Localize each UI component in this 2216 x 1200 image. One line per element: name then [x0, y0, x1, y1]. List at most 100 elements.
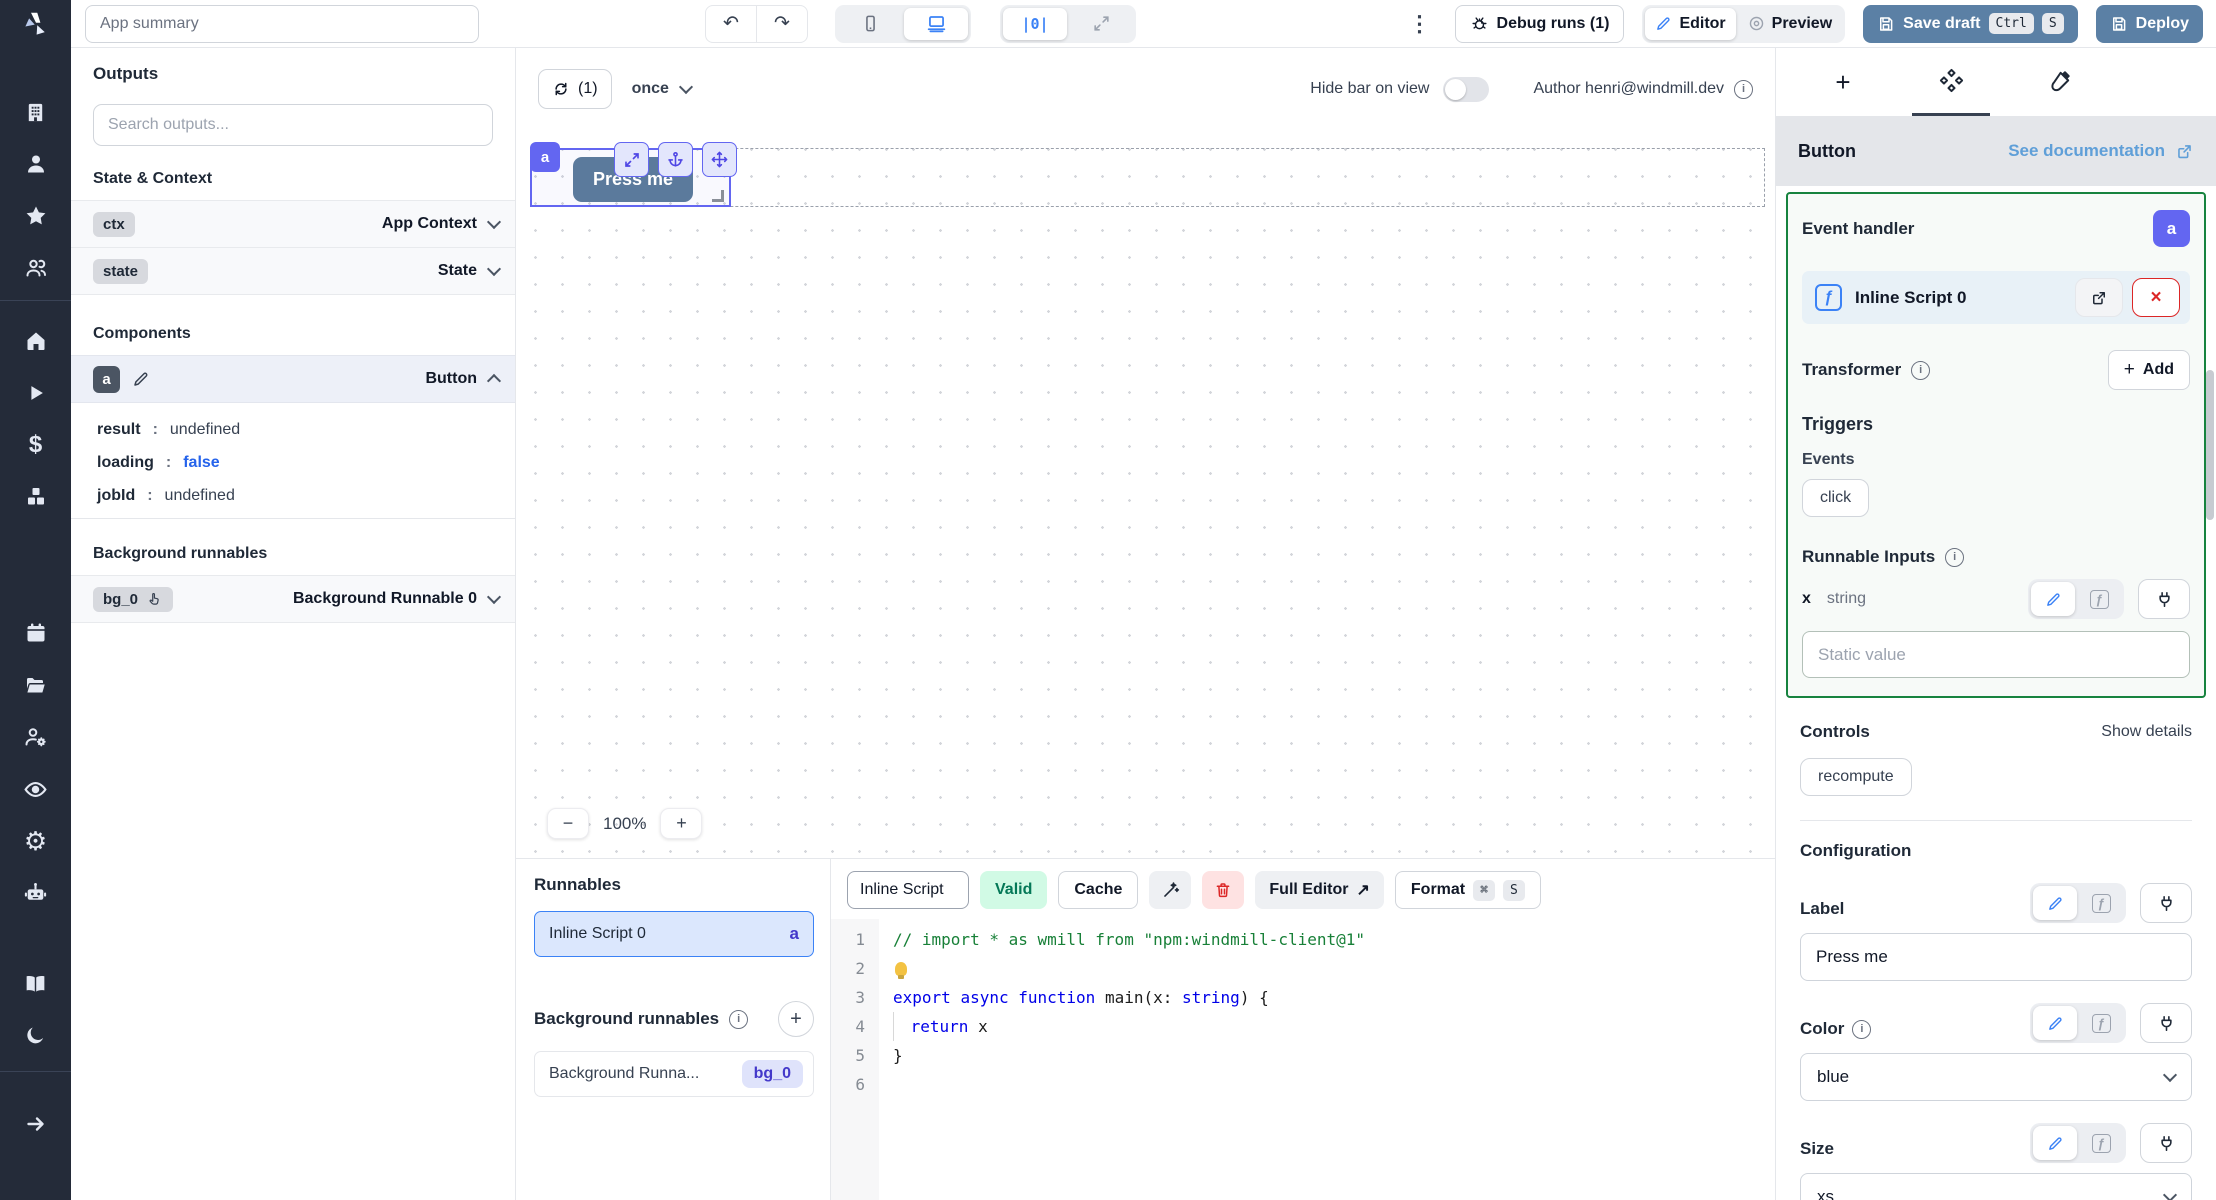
static-mode-button[interactable]	[2033, 1126, 2077, 1160]
building-icon[interactable]	[0, 86, 71, 138]
eye-icon[interactable]	[0, 763, 71, 815]
color-select[interactable]: blue	[1800, 1053, 2192, 1101]
calendar-icon[interactable]	[0, 607, 71, 659]
resize-handle[interactable]	[712, 190, 724, 202]
connect-input-button[interactable]	[2140, 883, 2192, 923]
arrow-right-icon[interactable]	[0, 1098, 71, 1150]
schedule-dropdown[interactable]: once	[632, 79, 693, 98]
static-value-input[interactable]	[1802, 631, 2190, 678]
ai-wand-button[interactable]	[1149, 871, 1192, 909]
label-field-label: Label	[1800, 899, 1845, 918]
folder-icon[interactable]	[0, 659, 71, 711]
scrollbar-thumb[interactable]	[2206, 370, 2214, 520]
moon-icon[interactable]	[0, 1009, 71, 1061]
search-outputs-input[interactable]	[93, 104, 493, 146]
debug-runs-button[interactable]: Debug runs (1)	[1454, 4, 1625, 43]
more-menu-button[interactable]: ⋮	[1403, 11, 1437, 37]
gear-icon[interactable]: ⚙	[0, 815, 71, 867]
prop-loading: loading: false	[97, 453, 220, 471]
show-details-link[interactable]: Show details	[2101, 723, 2192, 741]
move-handle[interactable]	[702, 142, 737, 177]
center-layout-button[interactable]: |0|	[1003, 7, 1067, 40]
hide-bar-toggle[interactable]	[1443, 76, 1490, 102]
star-icon[interactable]	[0, 190, 71, 242]
external-link-icon	[2175, 142, 2194, 161]
format-button[interactable]: Format ⌘ S	[1394, 871, 1541, 909]
app-summary-input[interactable]	[85, 4, 479, 43]
output-row-state[interactable]: state State	[71, 247, 515, 295]
preview-tab[interactable]: Preview	[1738, 8, 1842, 40]
background-runnables-title: Background runnables	[534, 1009, 720, 1028]
input-field-type: string	[1826, 590, 1867, 607]
tab-add-component[interactable]: +	[1804, 48, 1882, 116]
runnable-inputs-title: Runnable Inputs	[1802, 547, 1936, 566]
preview-icon	[1748, 15, 1765, 32]
undo-button[interactable]: ↶	[706, 6, 756, 42]
label-value-input[interactable]	[1800, 933, 2192, 981]
output-row-ctx[interactable]: ctx App Context	[71, 200, 515, 247]
delete-script-button[interactable]	[1202, 871, 1245, 909]
users-icon[interactable]	[0, 242, 71, 294]
chevron-up-icon	[486, 373, 502, 389]
mobile-view-button[interactable]	[838, 8, 902, 40]
tab-component-settings[interactable]	[1912, 48, 1990, 116]
connect-input-button[interactable]	[2140, 1003, 2192, 1043]
play-icon[interactable]	[0, 367, 71, 419]
script-name-input[interactable]	[847, 871, 969, 909]
recompute-chip[interactable]: recompute	[1800, 758, 1912, 796]
valid-badge: Valid	[980, 871, 1048, 909]
static-mode-button[interactable]	[2033, 886, 2077, 920]
dollar-icon[interactable]: $	[0, 419, 71, 471]
inline-script-item[interactable]: Inline Script 0 a	[534, 911, 814, 957]
fullscreen-layout-button[interactable]	[1069, 8, 1133, 40]
editor-tab[interactable]: Editor	[1645, 7, 1736, 40]
input-mode-toggle: ƒ	[2030, 1123, 2126, 1163]
deploy-button[interactable]: Deploy	[2095, 4, 2203, 43]
remove-script-button[interactable]: ×	[2132, 278, 2180, 317]
user-cog-icon[interactable]	[0, 711, 71, 763]
size-select[interactable]: xs	[1800, 1173, 2192, 1200]
expression-mode-button[interactable]: ƒ	[2079, 1006, 2123, 1040]
windmill-logo[interactable]	[0, 0, 71, 48]
components-title: Components	[93, 325, 191, 342]
book-icon[interactable]	[0, 957, 71, 1009]
static-mode-button[interactable]	[2033, 1006, 2077, 1040]
expression-mode-button[interactable]: ƒ	[2077, 582, 2121, 616]
full-editor-button[interactable]: Full Editor ↗	[1255, 871, 1384, 909]
size-field: Size ƒ xs	[1800, 1123, 2192, 1200]
redo-button[interactable]: ↷	[756, 5, 807, 42]
refresh-runnables-button[interactable]: (1)	[538, 69, 612, 109]
zoom-out-button[interactable]: −	[547, 808, 589, 839]
refresh-icon	[552, 80, 570, 98]
home-icon[interactable]	[0, 315, 71, 367]
expand-handle[interactable]	[614, 142, 649, 177]
zoom-in-button[interactable]: +	[660, 808, 703, 839]
cubes-icon[interactable]	[0, 471, 71, 523]
robot-icon[interactable]	[0, 867, 71, 919]
settings-tabs: +	[1776, 48, 2216, 116]
inline-script-row[interactable]: ƒ Inline Script 0 ×	[1802, 271, 2190, 324]
connect-input-button[interactable]	[2140, 1123, 2192, 1163]
component-row-button[interactable]: a Button	[71, 355, 515, 403]
see-documentation-link[interactable]: See documentation	[2008, 141, 2194, 161]
expression-mode-button[interactable]: ƒ	[2079, 1126, 2123, 1160]
info-icon: i	[1945, 547, 1965, 567]
background-runnable-item[interactable]: Background Runna... bg_0	[534, 1051, 814, 1097]
open-script-button[interactable]	[2075, 278, 2123, 317]
connect-input-button[interactable]	[2138, 579, 2190, 619]
background-runnable-row[interactable]: bg_0 Background Runnable 0	[71, 575, 515, 623]
edit-pencil-icon[interactable]	[132, 370, 150, 388]
tab-styling[interactable]	[2020, 48, 2098, 116]
cache-button[interactable]: Cache	[1058, 871, 1139, 909]
user-icon[interactable]	[0, 138, 71, 190]
anchor-handle[interactable]	[658, 142, 693, 177]
canvas-grid[interactable]: a Press me − 100% +	[516, 130, 1775, 858]
kbd-ctrl: Ctrl	[1988, 13, 2034, 34]
save-draft-button[interactable]: Save draft Ctrl S	[1863, 4, 2078, 43]
expression-mode-button[interactable]: ƒ	[2079, 886, 2123, 920]
undo-redo-group: ↶ ↷	[705, 4, 808, 43]
desktop-view-button[interactable]	[904, 7, 968, 40]
static-mode-button[interactable]	[2031, 582, 2075, 616]
add-background-runnable-button[interactable]: +	[778, 1001, 814, 1037]
add-transformer-button[interactable]: + Add	[2107, 350, 2190, 390]
